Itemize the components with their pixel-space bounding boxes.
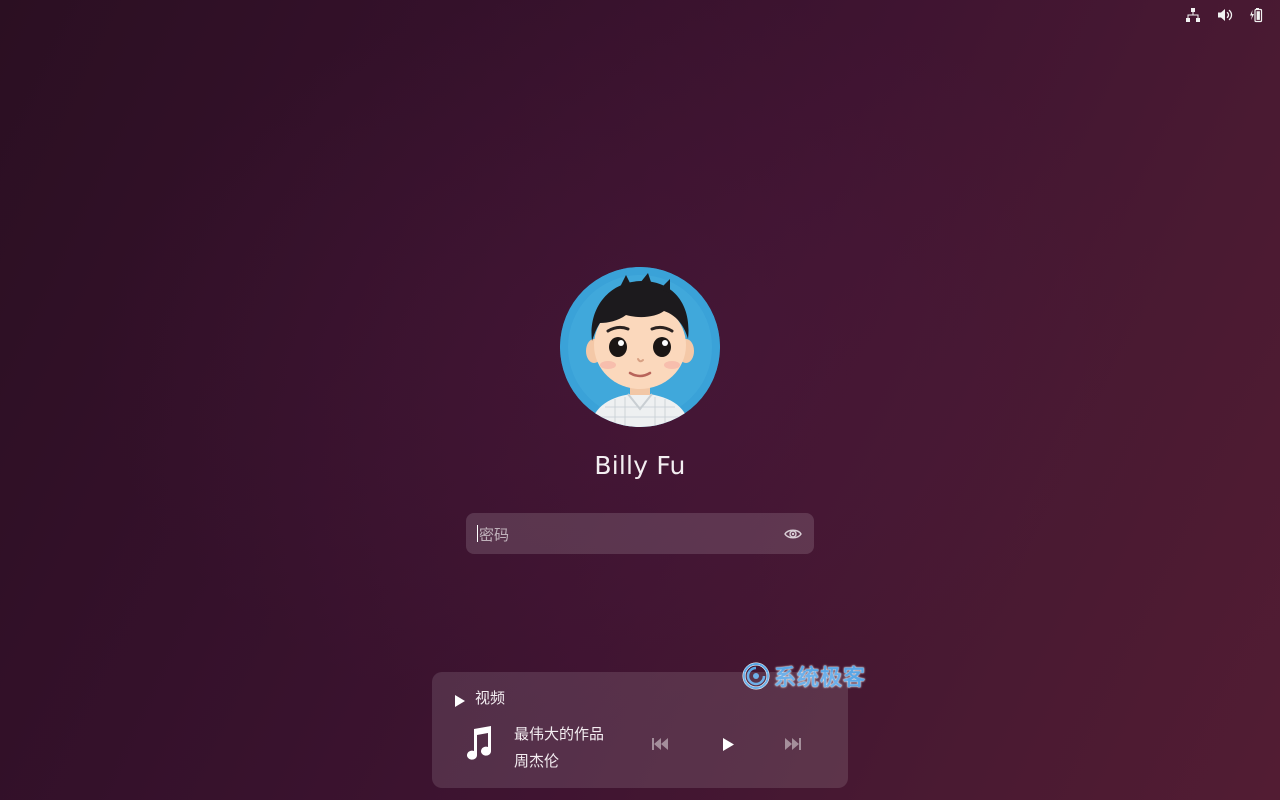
track-artist: 周杰伦	[514, 752, 560, 770]
password-field[interactable]: 密码	[466, 513, 814, 554]
previous-icon	[652, 738, 668, 750]
music-note-icon	[463, 725, 493, 761]
previous-track-button[interactable]	[650, 736, 670, 752]
volume-icon[interactable]	[1216, 6, 1234, 24]
username: Billy Fu	[594, 451, 686, 480]
play-triangle-icon	[454, 692, 466, 707]
network-icon[interactable]	[1184, 6, 1202, 24]
system-tray[interactable]	[1184, 6, 1266, 24]
password-placeholder: 密码	[479, 526, 510, 544]
play-icon	[723, 737, 734, 751]
user-avatar	[560, 267, 720, 427]
media-source-label: 视频	[475, 689, 506, 707]
play-button[interactable]	[718, 736, 738, 752]
media-player-panel: 视频 最伟大的作品 周杰伦	[432, 672, 848, 788]
media-header[interactable]: 视频	[454, 687, 505, 708]
battery-icon[interactable]	[1248, 6, 1266, 24]
next-track-button[interactable]	[783, 736, 803, 752]
show-password-eye-icon[interactable]	[784, 525, 802, 543]
text-caret	[477, 525, 478, 542]
track-title: 最伟大的作品	[514, 725, 605, 743]
next-icon	[785, 738, 801, 750]
